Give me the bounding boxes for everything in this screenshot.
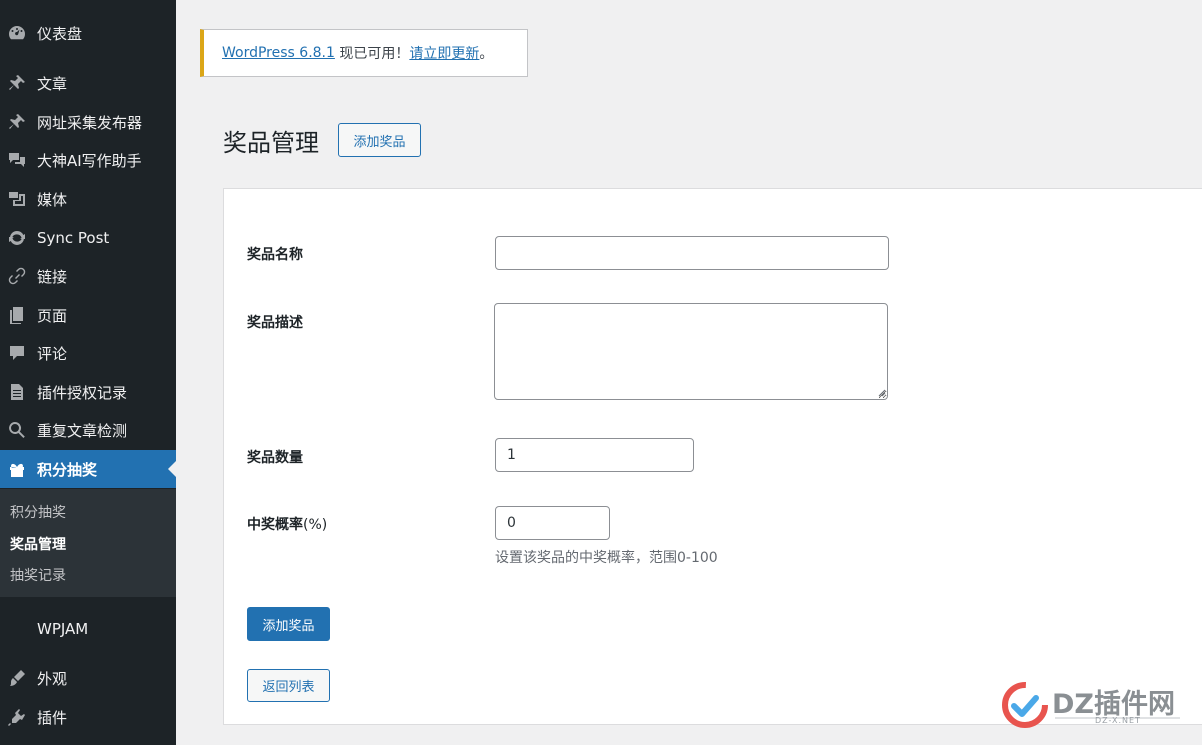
sidebar-item-plugins[interactable]: 插件 bbox=[0, 698, 176, 736]
sidebar-item-sync-post[interactable]: Sync Post bbox=[0, 219, 176, 257]
update-notice: WordPress 6.8.1 现已可用！ 请立即更新 。 bbox=[200, 29, 528, 77]
add-prize-submit-button[interactable]: 添加奖品 bbox=[247, 607, 330, 641]
sidebar-submenu: 积分抽奖 奖品管理 抽奖记录 bbox=[0, 489, 176, 597]
sidebar-item-links[interactable]: 链接 bbox=[0, 257, 176, 295]
gift-icon bbox=[6, 458, 28, 480]
page-icon bbox=[6, 304, 28, 326]
pin-icon bbox=[6, 111, 28, 133]
sidebar-item-label: 插件授权记录 bbox=[37, 383, 128, 402]
sidebar-item-ai-writer[interactable]: 大神AI写作助手 bbox=[0, 141, 176, 179]
document-icon bbox=[6, 381, 28, 403]
sidebar-item-label: 插件 bbox=[37, 708, 68, 727]
sidebar-item-label: 仪表盘 bbox=[37, 24, 83, 43]
win-probability-input[interactable]: 0 bbox=[495, 506, 610, 540]
prize-name-label: 奖品名称 bbox=[247, 247, 303, 263]
admin-sidebar: 仪表盘 文章 网址采集发布器 大神AI写作助手 媒体 Sync Post 链接 … bbox=[0, 0, 176, 745]
link-icon bbox=[6, 265, 28, 287]
submenu-item-prize-management[interactable]: 奖品管理 bbox=[10, 534, 66, 554]
sidebar-item-label: 媒体 bbox=[37, 190, 68, 209]
sidebar-item-wpjam[interactable]: WPJAM bbox=[0, 610, 176, 648]
watermark-subtext: DZ-X.NET bbox=[1095, 716, 1141, 725]
sidebar-item-pages[interactable]: 页面 bbox=[0, 296, 176, 334]
sidebar-item-label: 页面 bbox=[37, 306, 68, 325]
sidebar-item-label: 评论 bbox=[37, 344, 68, 363]
sidebar-item-label: 积分抽奖 bbox=[37, 460, 98, 479]
sidebar-item-label: WPJAM bbox=[37, 620, 89, 638]
notice-end-text: 。 bbox=[479, 46, 494, 62]
sidebar-item-dashboard[interactable]: 仪表盘 bbox=[0, 14, 176, 52]
appearance-icon bbox=[6, 667, 28, 689]
sidebar-item-label: 文章 bbox=[37, 74, 68, 93]
media-icon bbox=[6, 188, 28, 210]
submenu-item-lottery-records[interactable]: 抽奖记录 bbox=[10, 565, 66, 585]
update-now-link[interactable]: 请立即更新 bbox=[409, 43, 479, 63]
sidebar-item-label: 链接 bbox=[37, 267, 68, 286]
wordpress-version-link[interactable]: WordPress 6.8.1 bbox=[222, 45, 335, 61]
back-to-list-button[interactable]: 返回列表 bbox=[247, 669, 330, 702]
sidebar-item-media[interactable]: 媒体 bbox=[0, 180, 176, 218]
sidebar-item-points-lottery[interactable]: 积分抽奖 bbox=[0, 450, 176, 488]
win-probability-label-text: 中奖概率 bbox=[247, 517, 303, 533]
sidebar-item-label: 网址采集发布器 bbox=[37, 113, 143, 132]
resize-handle-icon[interactable] bbox=[876, 387, 886, 397]
submenu-item-lottery[interactable]: 积分抽奖 bbox=[10, 502, 66, 522]
dashboard-icon bbox=[6, 22, 28, 44]
sidebar-item-posts[interactable]: 文章 bbox=[0, 64, 176, 102]
sidebar-item-label: Sync Post bbox=[37, 229, 110, 247]
current-indicator-arrow bbox=[168, 461, 176, 477]
page-title: 奖品管理 bbox=[223, 129, 319, 157]
search-icon bbox=[6, 419, 28, 441]
plugin-icon bbox=[6, 706, 28, 728]
blank-icon bbox=[6, 618, 28, 640]
win-probability-help: 设置该奖品的中奖概率，范围0-100 bbox=[495, 550, 718, 566]
sidebar-item-comments[interactable]: 评论 bbox=[0, 334, 176, 372]
add-prize-title-button[interactable]: 添加奖品 bbox=[338, 123, 421, 157]
prize-description-textarea[interactable] bbox=[494, 303, 888, 400]
sidebar-item-label: 重复文章检测 bbox=[37, 421, 128, 440]
comment-icon bbox=[6, 342, 28, 364]
sidebar-item-label: 大神AI写作助手 bbox=[37, 151, 142, 170]
prize-description-label: 奖品描述 bbox=[247, 315, 303, 331]
win-probability-label: 中奖概率(%) bbox=[247, 514, 327, 534]
pin-icon bbox=[6, 72, 28, 94]
sidebar-item-label: 外观 bbox=[37, 669, 68, 688]
win-probability-unit: (%) bbox=[303, 517, 328, 533]
prize-quantity-label: 奖品数量 bbox=[247, 450, 303, 466]
comments-icon bbox=[6, 149, 28, 171]
sidebar-item-url-collector[interactable]: 网址采集发布器 bbox=[0, 103, 176, 141]
notice-text: 现已可用！ bbox=[334, 46, 410, 62]
prize-name-input[interactable] bbox=[495, 236, 889, 270]
prize-quantity-input[interactable]: 1 bbox=[495, 438, 694, 472]
sidebar-item-plugin-license[interactable]: 插件授权记录 bbox=[0, 373, 176, 411]
sidebar-item-appearance[interactable]: 外观 bbox=[0, 659, 176, 697]
sync-icon bbox=[6, 227, 28, 249]
sidebar-item-duplicate-check[interactable]: 重复文章检测 bbox=[0, 411, 176, 449]
